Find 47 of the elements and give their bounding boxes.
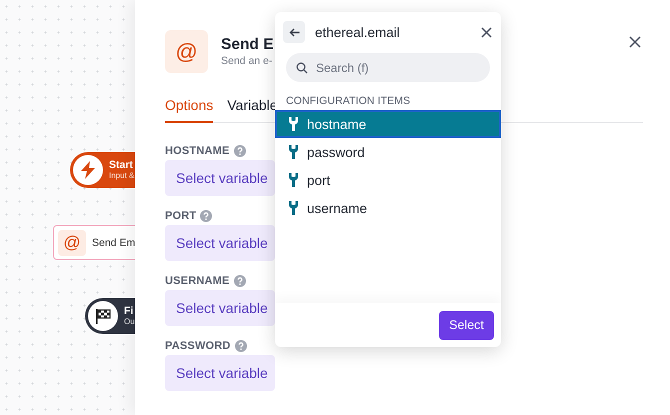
field-label: PORT — [165, 210, 196, 222]
close-button[interactable] — [629, 36, 643, 50]
flag-icon — [95, 308, 111, 324]
help-icon[interactable] — [234, 340, 247, 352]
config-item[interactable]: port — [275, 166, 501, 194]
panel-subtitle: Send an e- — [221, 55, 274, 68]
field-label: HOSTNAME — [165, 145, 230, 157]
help-icon[interactable] — [200, 210, 212, 222]
action-node[interactable]: @ Send Em — [53, 225, 135, 260]
panel-title: Send E — [221, 35, 274, 55]
section-heading: CONFIGURATION ITEMS — [286, 95, 412, 107]
search-field[interactable]: Search (f) — [286, 53, 490, 82]
node-title: Send Em — [92, 236, 135, 248]
close-icon — [629, 36, 641, 48]
help-icon[interactable] — [234, 275, 246, 287]
wrench-icon — [289, 173, 298, 187]
popup-title: ethereal.email — [315, 24, 400, 40]
wrench-icon — [289, 201, 298, 215]
variable-select[interactable]: Select variable — [165, 225, 275, 261]
field-label: PASSWORD — [165, 340, 231, 352]
config-item[interactable]: hostname — [275, 110, 501, 138]
close-icon — [481, 26, 492, 38]
help-icon[interactable] — [234, 145, 246, 157]
at-sign-icon: @ — [165, 30, 208, 73]
node-title: Fi — [124, 305, 134, 317]
tab[interactable]: Options — [165, 95, 214, 123]
node-subtitle: Ou — [124, 317, 135, 327]
search-icon — [296, 62, 308, 74]
config-item[interactable]: password — [275, 138, 501, 166]
wrench-icon — [289, 117, 298, 131]
node-subtitle: Input & — [109, 171, 134, 181]
wrench-icon — [289, 145, 298, 159]
select-button[interactable]: Select — [439, 310, 494, 340]
tab[interactable]: Variable — [227, 95, 278, 123]
variable-select[interactable]: Select variable — [165, 160, 275, 196]
back-button[interactable] — [283, 21, 305, 43]
variable-select[interactable]: Select variable — [165, 355, 275, 391]
variable-select[interactable]: Select variable — [165, 290, 275, 326]
field-label: USERNAME — [165, 275, 230, 287]
finish-node[interactable]: Fi Ou — [85, 298, 135, 334]
back-arrow-icon — [288, 28, 300, 36]
node-title: Start — [109, 159, 134, 171]
lightning-icon — [80, 161, 96, 179]
at-sign-icon: @ — [58, 230, 86, 256]
start-node[interactable]: Start Input & — [70, 152, 135, 188]
close-button[interactable] — [481, 26, 492, 38]
config-item[interactable]: username — [275, 194, 501, 222]
